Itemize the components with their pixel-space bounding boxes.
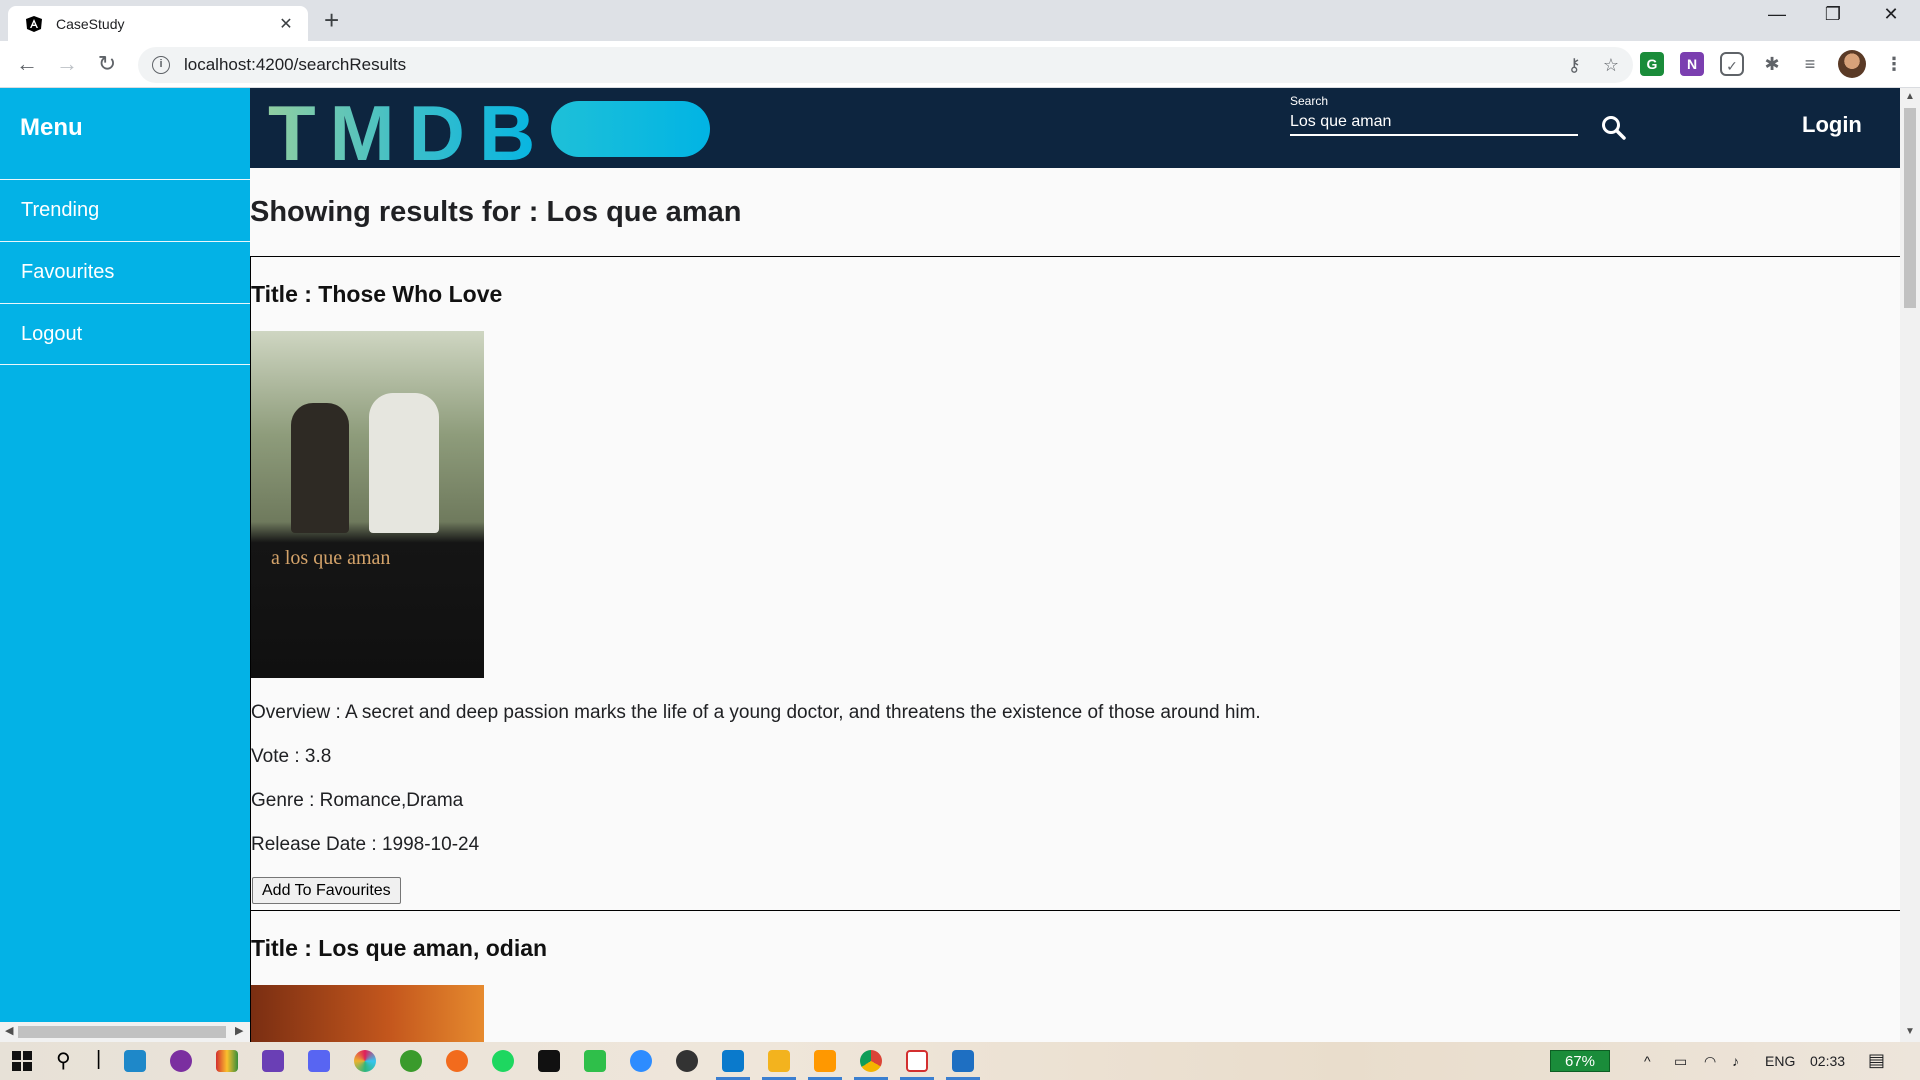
windows-start-icon[interactable] [12,1051,32,1076]
onenote-icon[interactable]: N [1680,52,1704,76]
movie-poster [251,985,484,1042]
kebab-menu-icon[interactable]: ⋮ [1882,52,1906,76]
result-genre: Genre : Romance,Drama [251,790,464,811]
app-icon[interactable] [400,1050,422,1072]
poster-title: a los que aman [271,547,391,569]
sublime-icon[interactable] [814,1050,836,1072]
discord-icon[interactable] [308,1050,330,1072]
spotify-icon[interactable] [492,1050,514,1072]
result-title: Title : Los que aman, odian [251,935,548,961]
sidebar-item-label: Logout [21,322,83,345]
key-icon[interactable]: ⚷ [1568,55,1581,76]
visual-studio-icon[interactable] [262,1050,284,1072]
clock[interactable]: 02:33 [1810,1053,1845,1069]
address-bar[interactable]: i localhost:4200/searchResults ⚷ ☆ [138,47,1633,83]
minimize-button[interactable]: — [1757,4,1797,25]
forward-icon[interactable]: → [52,49,82,79]
search-icon[interactable] [1598,112,1630,144]
close-window-button[interactable]: ✕ [1871,4,1911,25]
sidebar: Menu Trending Favourites Logout ◀ ▶ [0,88,250,1042]
photos-icon[interactable] [952,1050,974,1072]
tmdb-logo[interactable]: TMDB [268,90,549,176]
vscode-icon[interactable] [722,1050,744,1072]
scrollbar-thumb[interactable] [1904,108,1916,308]
login-button[interactable]: Login [1802,112,1862,138]
chrome-icon[interactable] [860,1050,882,1072]
vertical-scrollbar[interactable]: ▲ ▼ [1900,88,1920,1042]
battery-indicator[interactable]: 67% [1550,1050,1610,1072]
browser-tab-bar: CaseStudy ✕ + — ❐ ✕ [0,0,1920,41]
file-explorer-icon[interactable] [768,1050,790,1072]
tab-close-icon[interactable]: ✕ [276,14,296,34]
search-input[interactable] [1290,110,1578,136]
search-icon[interactable]: ⚲ [56,1048,71,1073]
slack-icon[interactable] [354,1050,376,1072]
language-indicator[interactable]: ENG [1765,1053,1795,1069]
sidebar-item-favourites[interactable]: Favourites [0,241,250,303]
task-view-icon[interactable]: | [96,1048,101,1071]
poster-figure [369,393,439,533]
app-icon[interactable] [124,1050,146,1072]
zoom-icon[interactable] [630,1050,652,1072]
info-icon[interactable]: i [152,56,170,74]
url-text: localhost:4200/searchResults [184,55,407,74]
reload-icon[interactable]: ↻ [92,49,122,79]
sidebar-item-label: Trending [21,199,100,221]
wifi-icon[interactable]: ◠ [1704,1053,1716,1070]
sidebar-item-logout[interactable]: Logout [0,303,250,365]
movie-poster: a los que aman [251,331,484,678]
scroll-down-icon[interactable]: ▼ [1905,1026,1915,1037]
tray-chevron-icon[interactable]: ^ [1644,1053,1651,1069]
taskbar: ⚲ | 67% ^ ▭ ◠ ♪ ENG 02:33 ▤ [0,1042,1920,1080]
scroll-up-icon[interactable]: ▲ [1905,91,1915,102]
scroll-right-icon[interactable]: ▶ [235,1024,243,1037]
profile-avatar[interactable] [1838,50,1866,78]
extensions-icon[interactable]: ✱ [1760,52,1784,76]
pdf-reader-icon[interactable] [906,1050,928,1072]
battery-icon[interactable]: ▭ [1674,1053,1687,1070]
add-to-favourites-button[interactable]: Add To Favourites [252,877,401,904]
app-header: TMDB Search Login [250,88,1900,176]
obs-icon[interactable] [676,1050,698,1072]
search-results: Showing results for : Los que aman Title… [250,168,1900,1042]
volume-icon[interactable]: ♪ [1732,1053,1739,1069]
new-tab-button[interactable]: + [324,7,339,33]
result-card: Title : Those Who Love a los que aman Ov… [250,256,1900,911]
sidebar-item-trending[interactable]: Trending [0,179,250,241]
sidebar-horizontal-scrollbar[interactable]: ◀ ▶ [0,1022,250,1042]
tab-title: CaseStudy [56,15,125,32]
result-overview: Overview : A secret and deep passion mar… [251,702,1261,723]
result-release-date: Release Date : 1998-10-24 [251,834,480,855]
search-label: Search [1290,94,1329,108]
scroll-left-icon[interactable]: ◀ [5,1024,13,1037]
results-heading: Showing results for : Los que aman [250,196,742,228]
app: Menu Trending Favourites Logout ◀ ▶ TMDB… [0,88,1920,1042]
app-icon[interactable] [446,1050,468,1072]
poster-figure [291,403,349,533]
star-icon[interactable]: ☆ [1603,55,1619,76]
browser-toolbar: ← → ↻ i localhost:4200/searchResults ⚷ ☆… [0,41,1920,88]
reading-list-icon[interactable]: ≡ [1798,52,1822,76]
sidebar-item-label: Favourites [21,261,115,283]
intellij-icon[interactable] [538,1050,560,1072]
app-icon[interactable] [216,1050,238,1072]
app-icon[interactable] [170,1050,192,1072]
result-title: Title : Those Who Love [251,281,503,307]
notifications-icon[interactable]: ▤ [1868,1050,1885,1071]
grammarly-icon[interactable]: G [1640,52,1664,76]
menu-title: Menu [20,114,83,141]
result-card: Title : Los que aman, odian [250,910,1900,1042]
tmdb-logo-pill [551,101,710,157]
scrollbar-thumb[interactable] [18,1026,226,1038]
browser-tab[interactable]: CaseStudy ✕ [8,6,308,41]
angular-icon [24,14,44,34]
app-icon[interactable] [584,1050,606,1072]
pocket-icon[interactable]: ✓ [1720,52,1744,76]
restore-button[interactable]: ❐ [1813,4,1853,25]
back-icon[interactable]: ← [12,49,42,79]
result-vote: Vote : 3.8 [251,746,332,767]
